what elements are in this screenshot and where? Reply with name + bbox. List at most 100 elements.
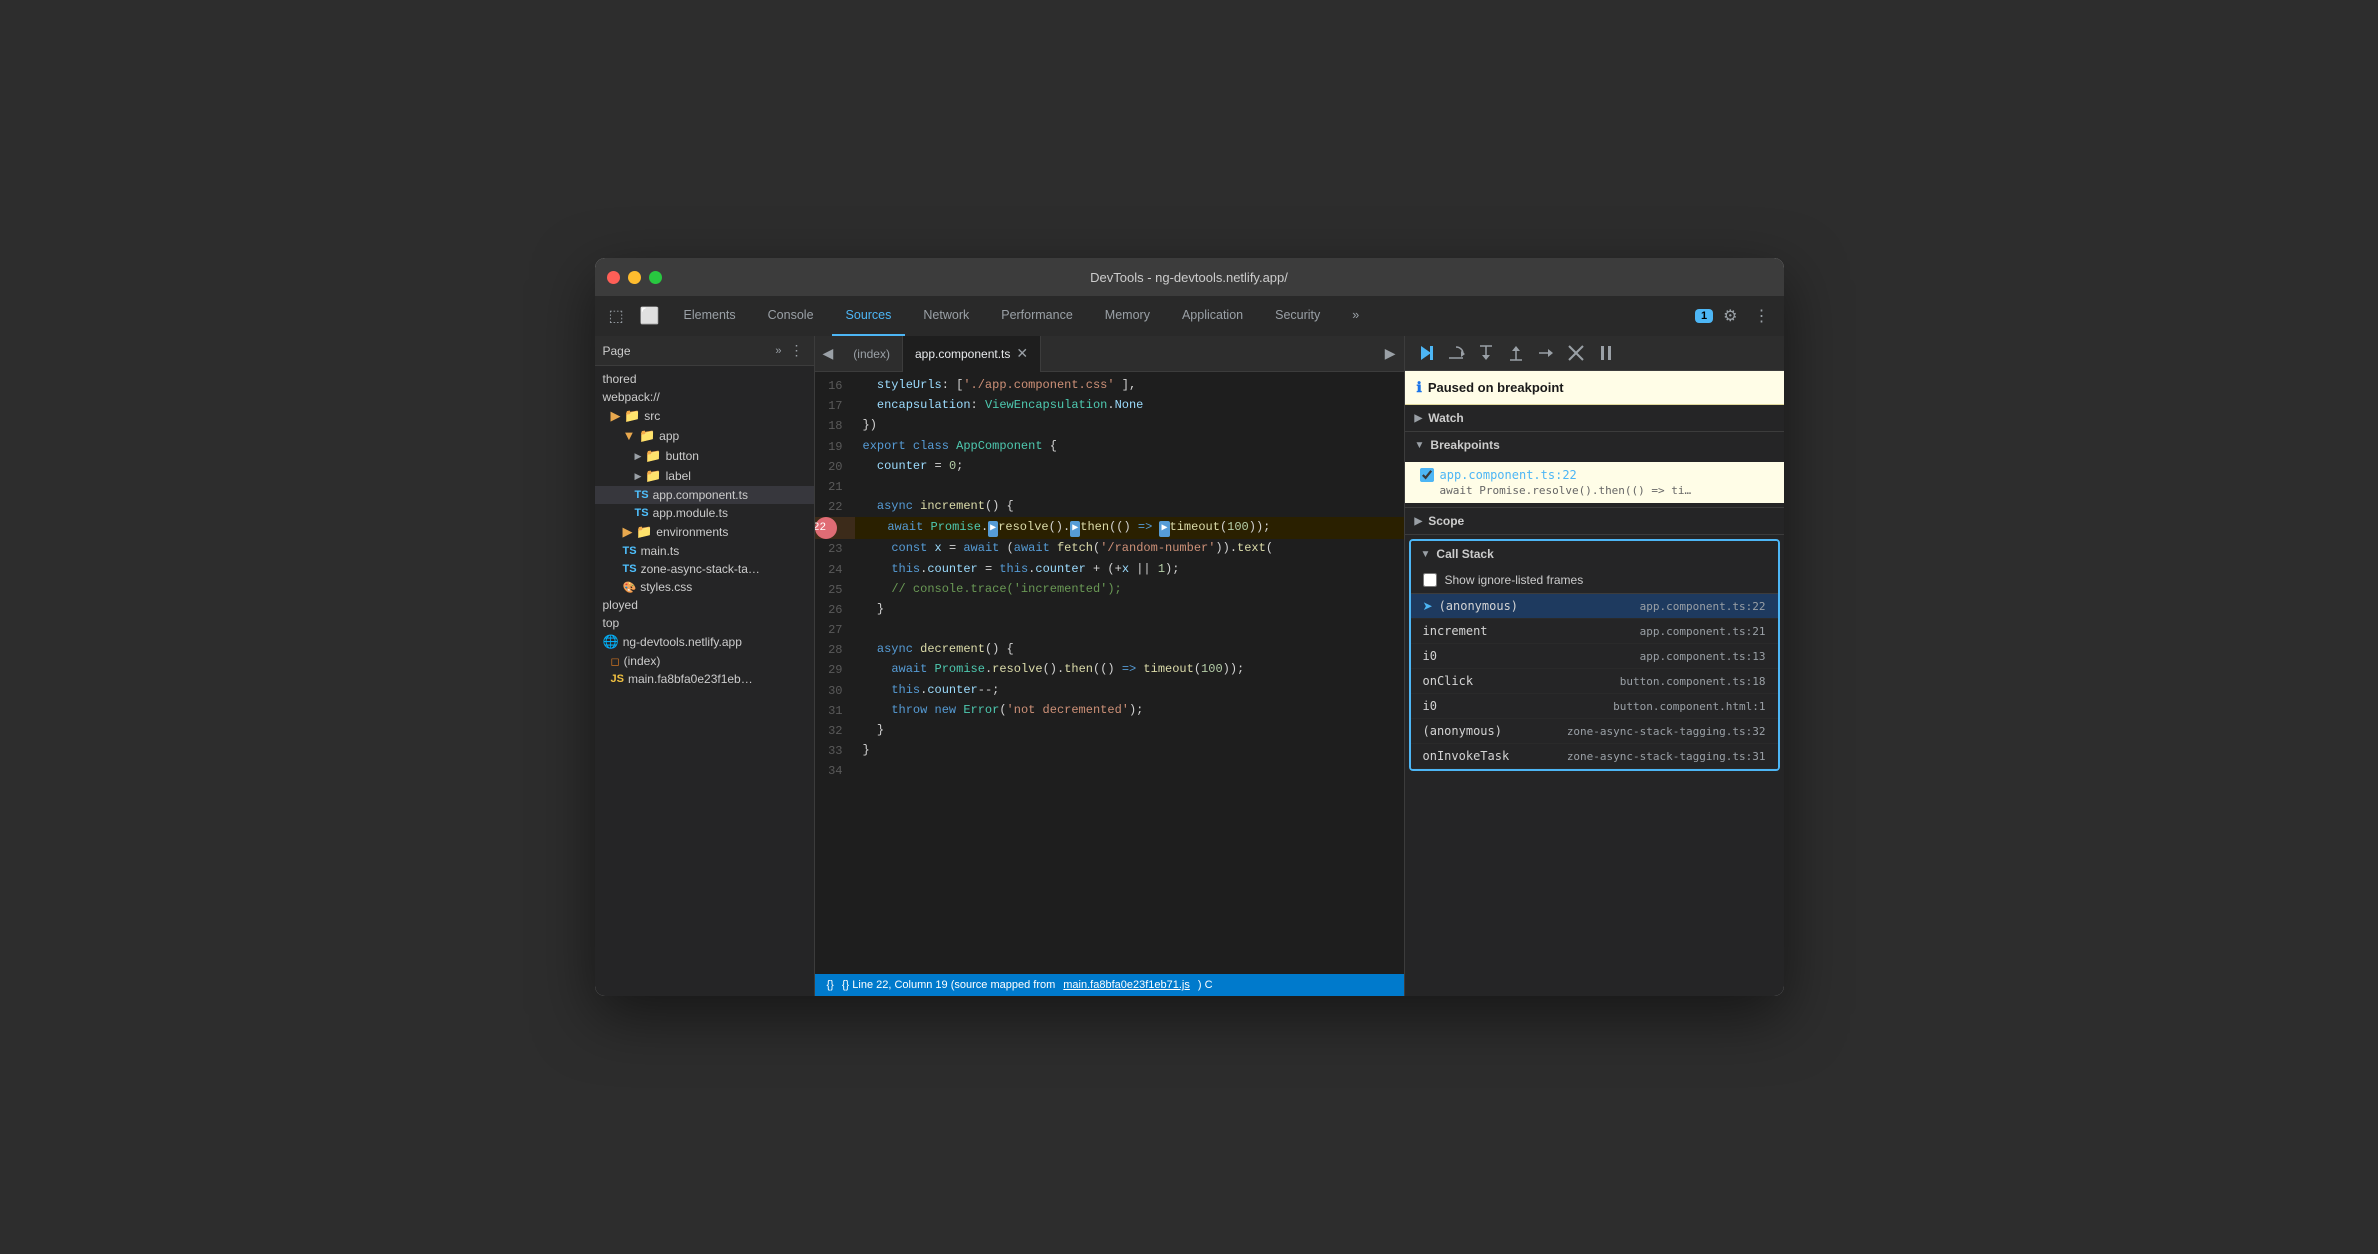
code-lines: 16 styleUrls: ['./app.component.css' ], … — [815, 372, 1404, 786]
item-label: app.component.ts — [653, 488, 748, 502]
chevron-right-icon: ▶ — [1415, 413, 1423, 424]
list-item[interactable]: ▼ 📁 app — [595, 426, 814, 446]
list-item[interactable]: thored — [595, 370, 814, 388]
back-button[interactable]: ◀ — [815, 341, 842, 366]
sidebar-more-button[interactable]: » — [773, 345, 783, 357]
tab-sources[interactable]: Sources — [832, 296, 906, 336]
list-item[interactable]: ▶ 📁 environments — [595, 522, 814, 542]
step-into-button[interactable] — [1473, 342, 1499, 364]
stack-frame-3[interactable]: onClick button.component.ts:18 — [1411, 669, 1778, 694]
resume-button[interactable] — [1413, 342, 1439, 364]
ignore-frames-row: Show ignore-listed frames — [1411, 567, 1778, 594]
tab-elements[interactable]: Elements — [670, 296, 750, 336]
paused-text: Paused on breakpoint — [1428, 380, 1564, 395]
window-title: DevTools - ng-devtools.netlify.app/ — [1090, 270, 1288, 285]
list-item[interactable]: ployed — [595, 596, 814, 614]
tab-memory[interactable]: Memory — [1091, 296, 1164, 336]
step-out-button[interactable] — [1503, 342, 1529, 364]
call-stack-header[interactable]: ▼ Call Stack — [1411, 541, 1778, 567]
stack-frame-6[interactable]: onInvokeTask zone-async-stack-tagging.ts… — [1411, 744, 1778, 769]
item-label: main.fa8bfa0e23f1eb… — [628, 672, 753, 686]
list-item[interactable]: 🎨 styles.css — [595, 578, 814, 596]
scope-section-header[interactable]: ▶ Scope — [1405, 508, 1784, 534]
typescript-file-icon: TS — [623, 563, 637, 575]
tab-application[interactable]: Application — [1168, 296, 1257, 336]
sidebar-header: Page » ⋮ — [595, 336, 814, 366]
list-item[interactable]: TS main.ts — [595, 542, 814, 560]
typescript-file-icon: TS — [635, 489, 649, 501]
source-map-link[interactable]: main.fa8bfa0e23f1eb71.js — [1063, 979, 1190, 991]
breakpoint-item: app.component.ts:22 await Promise.resolv… — [1405, 462, 1784, 503]
code-line-25: 24 this.counter = this.counter + (+x || … — [815, 560, 1404, 580]
more-options-icon[interactable]: ⋮ — [1748, 302, 1776, 330]
watch-section: ▶ Watch — [1405, 405, 1784, 432]
tab-network[interactable]: Network — [909, 296, 983, 336]
tab-security[interactable]: Security — [1261, 296, 1334, 336]
list-item[interactable]: ▶ 📁 src — [595, 406, 814, 426]
frame-location: zone-async-stack-tagging.ts:32 — [1567, 725, 1766, 738]
breakpoints-content: app.component.ts:22 await Promise.resolv… — [1405, 458, 1784, 507]
maximize-button[interactable] — [649, 271, 662, 284]
code-line-28: 27 — [815, 620, 1404, 640]
scope-section: ▶ Scope — [1405, 508, 1784, 535]
list-item[interactable]: TS app.component.ts — [595, 486, 814, 504]
item-label: ployed — [603, 598, 638, 612]
list-item[interactable]: JS main.fa8bfa0e23f1eb… — [595, 670, 814, 688]
close-button[interactable] — [607, 271, 620, 284]
list-item[interactable]: ▶ 📁 button — [595, 446, 814, 466]
list-item[interactable]: ◻ (index) — [595, 652, 814, 670]
list-item[interactable]: TS zone-async-stack-ta… — [595, 560, 814, 578]
step-button[interactable] — [1533, 342, 1559, 364]
code-line-31: 30 this.counter--; — [815, 681, 1404, 701]
code-line-26: 25 // console.trace('incremented'); — [815, 580, 1404, 600]
stack-frame-0[interactable]: ➤ (anonymous) app.component.ts:22 — [1411, 594, 1778, 619]
list-item[interactable]: 🌐 ng-devtools.netlify.app — [595, 632, 814, 652]
list-item[interactable]: TS app.module.ts — [595, 504, 814, 522]
pause-on-exceptions-button[interactable] — [1593, 342, 1619, 364]
settings-icon[interactable]: ⚙ — [1717, 302, 1743, 330]
watch-section-header[interactable]: ▶ Watch — [1405, 405, 1784, 431]
frame-name: (anonymous) — [1423, 724, 1567, 738]
breakpoints-section-header[interactable]: ▼ Breakpoints — [1405, 432, 1784, 458]
inspect-icon[interactable]: ⬜ — [634, 302, 666, 330]
debug-sections: ▶ Watch ▼ Breakpoints app.compo — [1405, 405, 1784, 996]
tab-performance[interactable]: Performance — [987, 296, 1087, 336]
minimize-button[interactable] — [628, 271, 641, 284]
message-badge: 1 — [1695, 309, 1713, 323]
call-stack-panel: ▼ Call Stack Show ignore-listed frames ➤… — [1409, 539, 1780, 771]
close-tab-icon[interactable]: ✕ — [1016, 345, 1028, 362]
status-bar: {} {} Line 22, Column 19 (source mapped … — [815, 974, 1404, 996]
step-over-button[interactable] — [1443, 342, 1469, 364]
list-item[interactable]: ▶ 📁 label — [595, 466, 814, 486]
stack-frame-1[interactable]: increment app.component.ts:21 — [1411, 619, 1778, 644]
tab-console[interactable]: Console — [754, 296, 828, 336]
code-line-34: 33 } — [815, 741, 1404, 761]
chevron-down-icon: ▼ — [1421, 549, 1431, 560]
item-label: styles.css — [640, 580, 692, 594]
more-tabs-button[interactable]: » — [1338, 296, 1373, 336]
show-ignore-checkbox[interactable] — [1423, 573, 1437, 587]
editor-tab-component[interactable]: app.component.ts ✕ — [903, 336, 1041, 372]
js-file-icon: JS — [611, 673, 624, 685]
deactivate-breakpoints-button[interactable] — [1563, 342, 1589, 364]
debug-toolbar — [1405, 336, 1784, 371]
list-item[interactable]: webpack:// — [595, 388, 814, 406]
watch-label: Watch — [1428, 411, 1464, 425]
list-item[interactable]: top — [595, 614, 814, 632]
debug-panel: ℹ Paused on breakpoint ▶ Watch ▼ Breakpo… — [1404, 336, 1784, 996]
chevron-down-icon: ▼ — [1415, 440, 1425, 451]
devtools-right-icons: 1 ⚙ ⋮ — [1695, 302, 1775, 330]
sidebar-options-button[interactable]: ⋮ — [788, 342, 806, 359]
stack-frame-5[interactable]: (anonymous) zone-async-stack-tagging.ts:… — [1411, 719, 1778, 744]
breakpoint-checkbox[interactable] — [1420, 468, 1434, 482]
code-line-16: 16 styleUrls: ['./app.component.css' ], — [815, 376, 1404, 396]
editor-tab-index[interactable]: (index) — [841, 336, 903, 372]
frame-location: button.component.ts:18 — [1620, 675, 1766, 688]
cursor-icon[interactable]: ⬚ — [603, 302, 630, 330]
folder-icon: ▶ 📁 — [611, 408, 641, 424]
forward-button[interactable]: ▶ — [1377, 341, 1404, 366]
editor-tab-label: app.component.ts — [915, 347, 1010, 361]
code-editor[interactable]: 16 styleUrls: ['./app.component.css' ], … — [815, 372, 1404, 974]
stack-frame-4[interactable]: i0 button.component.html:1 — [1411, 694, 1778, 719]
stack-frame-2[interactable]: i0 app.component.ts:13 — [1411, 644, 1778, 669]
